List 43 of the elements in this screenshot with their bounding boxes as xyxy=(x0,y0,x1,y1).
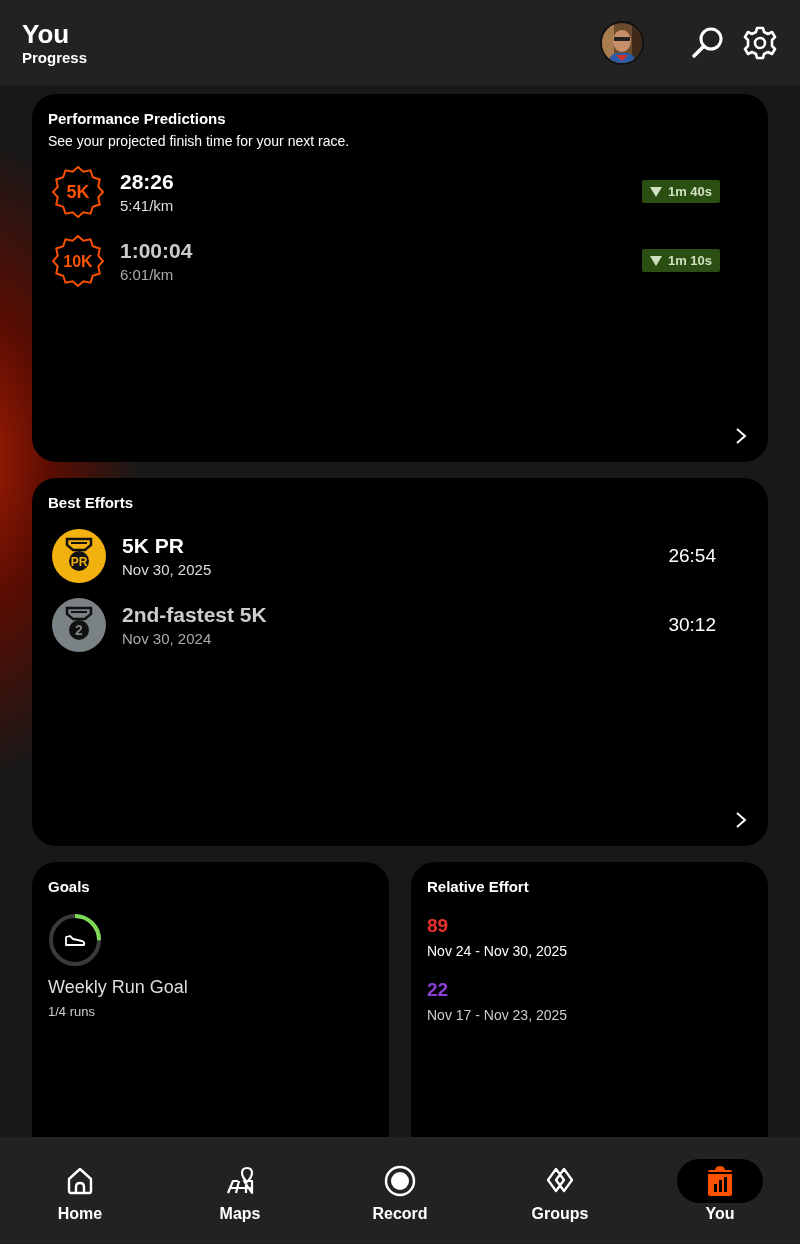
nav-tab[interactable]: Groups xyxy=(517,1158,603,1223)
effort-title: 2nd-fastest 5K xyxy=(122,602,268,627)
relative-effort-card[interactable]: Relative Effort 89 Nov 24 - Nov 30, 2025 22 Nov 17 - Nov 23, 2025 xyxy=(411,862,768,1137)
down-triangle-icon xyxy=(649,186,662,197)
goal-progress-ring xyxy=(48,913,102,967)
chevron-right-icon[interactable] xyxy=(734,810,748,830)
effort-title: 5K PR xyxy=(122,533,185,558)
distance-badge: 10K xyxy=(52,234,104,287)
card-title: Performance Predictions xyxy=(48,110,227,127)
effort-date: Nov 30, 2024 xyxy=(122,629,213,647)
predictions-card[interactable]: Performance Predictions See your projected finish time for your next race. 5K 28:26 5:41/km 1m 40s 10K 1:00:04 6:01/km 1m 10s xyxy=(32,94,768,462)
down-triangle-icon xyxy=(649,255,662,266)
effort-score: 89 xyxy=(427,915,450,937)
predicted-time: 1:00:04 xyxy=(120,238,194,263)
goal-name: Weekly Run Goal xyxy=(48,977,189,998)
pace: 6:01/km xyxy=(120,265,175,283)
nav-tab[interactable]: Maps xyxy=(197,1158,283,1223)
nav-tab[interactable]: Home xyxy=(37,1158,123,1223)
improvement-tag: 1m 40s xyxy=(641,180,720,203)
date-range: Nov 17 - Nov 23, 2025 xyxy=(427,1007,569,1023)
effort-date: Nov 30, 2025 xyxy=(122,560,213,578)
card-title: Best Efforts xyxy=(48,494,134,511)
distance-badge: 5K xyxy=(52,165,104,218)
page-subtitle: Progress xyxy=(22,49,89,66)
date-range: Nov 24 - Nov 30, 2025 xyxy=(427,943,569,959)
card-title: Goals xyxy=(48,878,91,895)
best-efforts-card[interactable]: Best Efforts PR 5K PR Nov 30, 2025 26:54 2 2nd-fastest 5K Nov 30, 2024 30:12 xyxy=(32,478,768,846)
card-subtitle: See your projected finish time for your next race. xyxy=(48,133,351,149)
nav-tab[interactable]: Record xyxy=(357,1158,443,1223)
card-title: Relative Effort xyxy=(427,878,530,895)
chevron-right-icon[interactable] xyxy=(734,426,748,446)
record-icon xyxy=(384,1164,416,1197)
effort-time: 30:12 xyxy=(668,613,716,636)
effort-time: 26:54 xyxy=(668,544,716,567)
settings-icon[interactable] xyxy=(742,24,778,61)
predicted-time: 28:26 xyxy=(120,169,175,194)
map-icon xyxy=(224,1164,256,1197)
page-title: You xyxy=(22,19,71,49)
medal-icon: 2 xyxy=(52,597,106,652)
effort-score: 22 xyxy=(427,979,450,1001)
improvement-tag: 1m 10s xyxy=(641,249,720,272)
medal-icon: PR xyxy=(52,528,106,583)
pace: 5:41/km xyxy=(120,196,175,214)
